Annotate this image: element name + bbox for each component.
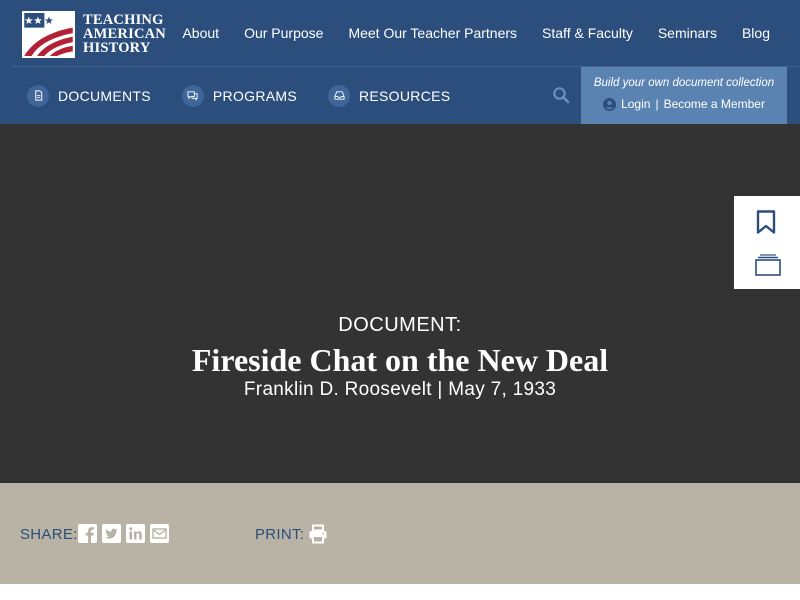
user-icon (603, 97, 617, 111)
subnav-programs[interactable]: PROGRAMS (181, 84, 297, 107)
site-header: TEACHING AMERICAN HISTORY About Our Purp… (0, 0, 800, 124)
nav-link-about[interactable]: About (182, 22, 219, 44)
document-type-label: DOCUMENT: (338, 314, 462, 336)
document-tools-panel (734, 196, 800, 289)
nav-link-blog[interactable]: Blog (742, 22, 770, 44)
print-icon[interactable] (308, 524, 328, 544)
page-content-start (0, 584, 800, 600)
chat-icon (181, 84, 204, 107)
document-byline: Franklin D. Roosevelt | May 7, 1933 (243, 379, 557, 400)
collection-icon[interactable] (755, 254, 781, 276)
share-label: SHARE: (20, 526, 78, 543)
subnav-documents[interactable]: DOCUMENTS (27, 84, 151, 107)
subnav-resources[interactable]: RESOURCES (328, 84, 451, 107)
login-link[interactable]: Login (621, 97, 650, 111)
nav-link-our-purpose[interactable]: Our Purpose (244, 22, 323, 44)
document-title: Fireside Chat on the New Deal (191, 342, 609, 378)
document-hero: DOCUMENT: Fireside Chat on the New Deal … (0, 124, 800, 483)
document-icon (27, 84, 49, 107)
linkedin-icon[interactable] (126, 524, 145, 543)
site-logo[interactable]: TEACHING AMERICAN HISTORY (22, 10, 166, 58)
facebook-icon[interactable] (78, 524, 97, 543)
share-bar: SHARE: PRINT: (0, 483, 800, 584)
bookmark-icon[interactable] (756, 210, 776, 234)
search-icon[interactable] (552, 86, 570, 104)
email-icon[interactable] (150, 524, 169, 543)
logo-wordmark: TEACHING AMERICAN HISTORY (83, 12, 166, 56)
member-panel: Build your own document collection Login… (581, 67, 787, 124)
print-label: PRINT: (255, 526, 305, 543)
top-navigation: About Our Purpose Meet Our Teacher Partn… (157, 22, 770, 44)
become-member-link[interactable]: Become a Member (664, 97, 765, 111)
logo-flag-icon (22, 10, 75, 58)
subnav-documents-label: DOCUMENTS (58, 87, 151, 104)
inbox-icon (328, 84, 350, 107)
section-navigation: DOCUMENTS PROGRAMS RESOURCES (0, 67, 580, 124)
subnav-resources-label: RESOURCES (359, 87, 451, 104)
member-tagline: Build your own document collection (593, 77, 775, 89)
logo-line-3: HISTORY (83, 40, 151, 56)
nav-link-seminars[interactable]: Seminars (658, 22, 717, 44)
logo-line-2: AMERICAN (83, 26, 166, 42)
link-separator: | (655, 97, 659, 111)
share-buttons (78, 524, 174, 543)
twitter-icon[interactable] (102, 524, 121, 543)
subnav-programs-label: PROGRAMS (212, 87, 297, 104)
logo-line-1: TEACHING (83, 12, 164, 28)
nav-link-staff-faculty[interactable]: Staff & Faculty (542, 22, 633, 44)
nav-link-teacher-partners[interactable]: Meet Our Teacher Partners (348, 22, 517, 44)
member-links: Login | Become a Member (581, 97, 787, 111)
